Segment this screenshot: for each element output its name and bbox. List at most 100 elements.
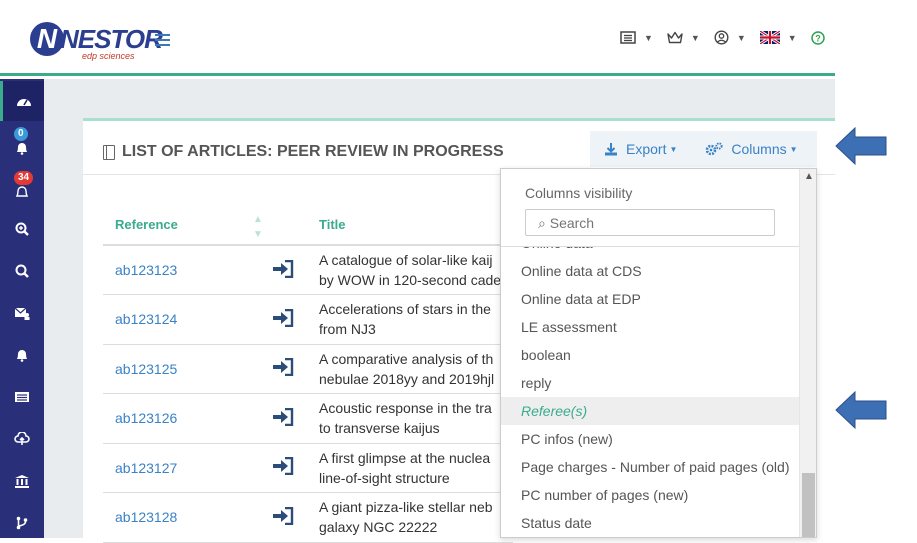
- sort-icon[interactable]: ▲ ▼: [253, 205, 313, 246]
- reference-link[interactable]: ab123124: [115, 311, 177, 327]
- sign-in-icon[interactable]: [272, 358, 294, 377]
- column-header-title[interactable]: Title: [313, 205, 513, 246]
- article-title-line2: to transverse kaijus: [319, 420, 440, 437]
- reference-link[interactable]: ab123128: [115, 509, 177, 525]
- columns-label: Columns: [731, 141, 787, 157]
- sidebar: 0 34: [0, 79, 44, 538]
- article-title-line1: Acoustic response in the tra: [319, 400, 492, 417]
- scroll-up-icon[interactable]: ▲: [804, 171, 814, 182]
- sidebar-item-notifications-red[interactable]: 34: [0, 167, 44, 207]
- sign-in-icon[interactable]: [272, 259, 294, 278]
- column-option[interactable]: Status date: [501, 509, 799, 537]
- article-title-line1: A comparative analysis of th: [319, 350, 494, 367]
- left-arrow-icon: [835, 390, 887, 430]
- article-title-line1: Accelerations of stars in the: [319, 301, 491, 318]
- article-title-line1: A catalogue of solar-like kaij: [319, 252, 493, 268]
- news-menu[interactable]: ▼: [620, 31, 653, 44]
- column-option-highlighted[interactable]: Referee(s): [501, 397, 799, 425]
- user-circle-icon: [714, 30, 729, 45]
- articles-table: Reference ▲ ▼ Title ab123123 A catalogue …: [103, 205, 513, 543]
- svg-text:?: ?: [815, 33, 821, 43]
- book-icon: [103, 144, 115, 160]
- reference-link[interactable]: ab123125: [115, 361, 177, 377]
- sidebar-item-mail-user[interactable]: [0, 293, 44, 333]
- column-option[interactable]: Online data at EDP: [501, 285, 799, 313]
- cogs-icon: [706, 142, 723, 156]
- table-row: ab123123 A catalogue of solar-like kaij b…: [103, 245, 513, 295]
- dropdown-scrollbar[interactable]: ▲: [799, 169, 816, 537]
- sidebar-item-advanced-search[interactable]: [0, 209, 44, 249]
- columns-search-input[interactable]: [525, 209, 775, 236]
- card-title: LIST OF ARTICLES: PEER REVIEW IN PROGRES…: [103, 143, 504, 161]
- sidebar-item-institution[interactable]: [0, 461, 44, 501]
- column-option[interactable]: Page charges - Number of paid pages (old…: [501, 453, 799, 481]
- bell-icon: [17, 143, 27, 155]
- zoom-in-icon: [15, 222, 29, 236]
- sidebar-item-workflow[interactable]: [0, 503, 44, 543]
- reference-link[interactable]: ab123126: [115, 410, 177, 426]
- reference-link[interactable]: ab123123: [115, 262, 177, 278]
- download-icon: [605, 143, 617, 156]
- sign-in-icon[interactable]: [272, 506, 294, 525]
- table-row: ab123128 A giant pizza-like stellar neb g…: [103, 492, 513, 543]
- column-option[interactable]: LE assessment: [501, 313, 799, 341]
- chevron-down-icon: ▼: [669, 144, 678, 154]
- article-title-line2: line-of-sight structure: [319, 469, 450, 486]
- top-bar: N NESTOR edp sciences ▼ ▼ ▼ ▼ ?: [0, 0, 835, 76]
- bell-icon: [17, 350, 27, 362]
- user-menu[interactable]: ▼: [714, 30, 746, 45]
- help-icon[interactable]: ?: [810, 30, 825, 45]
- dropdown-title: Columns visibility: [525, 185, 633, 201]
- reference-link[interactable]: ab123127: [115, 460, 177, 476]
- article-title-line2: from NJ3: [319, 321, 376, 338]
- left-arrow-icon: [835, 126, 887, 166]
- columns-visibility-dropdown: Online data Online data at CDS Online da…: [500, 168, 817, 538]
- alert-count-badge: 34: [14, 171, 34, 185]
- nestor-logo[interactable]: N NESTOR edp sciences: [30, 22, 163, 62]
- column-option[interactable]: PC number of pages (new): [501, 481, 799, 509]
- article-title-line1: A giant pizza-like stellar neb: [319, 499, 493, 516]
- chevron-down-icon: ▼: [787, 32, 797, 43]
- admin-menu[interactable]: ▼: [667, 31, 700, 44]
- language-menu[interactable]: ▼: [759, 31, 797, 44]
- logo-mark: N: [30, 22, 64, 56]
- sidebar-item-search[interactable]: [0, 251, 44, 291]
- sign-in-icon[interactable]: [272, 457, 294, 476]
- table-row: ab123124 Accelerations of stars in the fr…: [103, 294, 513, 345]
- column-header-reference[interactable]: Reference: [103, 205, 253, 246]
- table-row: ab123125 A comparative analysis of th neb…: [103, 344, 513, 394]
- cloud-upload-icon: [14, 432, 30, 445]
- sign-in-icon[interactable]: [272, 308, 294, 327]
- article-title-line1: A first glimpse at the nuclea: [319, 449, 491, 466]
- table-row: ab123126 Acoustic response in the tra to …: [103, 393, 513, 444]
- column-option[interactable]: Online data at CDS: [501, 257, 799, 285]
- sidebar-item-news[interactable]: [0, 377, 44, 417]
- search-icon: [15, 264, 29, 278]
- logo-subtext: edp sciences: [82, 51, 135, 61]
- table-header-row: Reference ▲ ▼ Title: [103, 205, 513, 246]
- chevron-down-icon: ▼: [736, 32, 746, 43]
- bell-outline-icon: [15, 186, 29, 197]
- scrollbar-thumb[interactable]: [802, 473, 815, 537]
- sign-in-icon[interactable]: [272, 407, 294, 426]
- toolbar-buttons: Export ▼ Columns ▼: [590, 131, 817, 167]
- sidebar-item-notifications-blue[interactable]: 0: [0, 123, 44, 163]
- code-branch-icon: [16, 516, 28, 530]
- notification-count-badge: 0: [14, 127, 28, 141]
- column-option[interactable]: PC infos (new): [501, 425, 799, 453]
- newspaper-icon: [620, 31, 636, 44]
- bank-icon: [15, 475, 29, 488]
- menu-toggle-icon[interactable]: [155, 34, 170, 49]
- dashboard-gauge-icon: [16, 99, 31, 106]
- sidebar-item-alerts[interactable]: [0, 335, 44, 375]
- columns-button[interactable]: Columns ▼: [691, 141, 811, 157]
- sidebar-item-upload[interactable]: [0, 419, 44, 459]
- chevron-down-icon: ▼: [789, 144, 798, 154]
- column-option[interactable]: boolean: [501, 341, 799, 369]
- column-option[interactable]: reply: [501, 369, 799, 397]
- export-button[interactable]: Export ▼: [590, 141, 691, 157]
- table-row: ab123127 A first glimpse at the nuclea li…: [103, 443, 513, 493]
- sidebar-item-dashboard[interactable]: [0, 81, 44, 121]
- mail-user-icon: [14, 307, 30, 320]
- dropdown-header: Columns visibility: [501, 169, 799, 247]
